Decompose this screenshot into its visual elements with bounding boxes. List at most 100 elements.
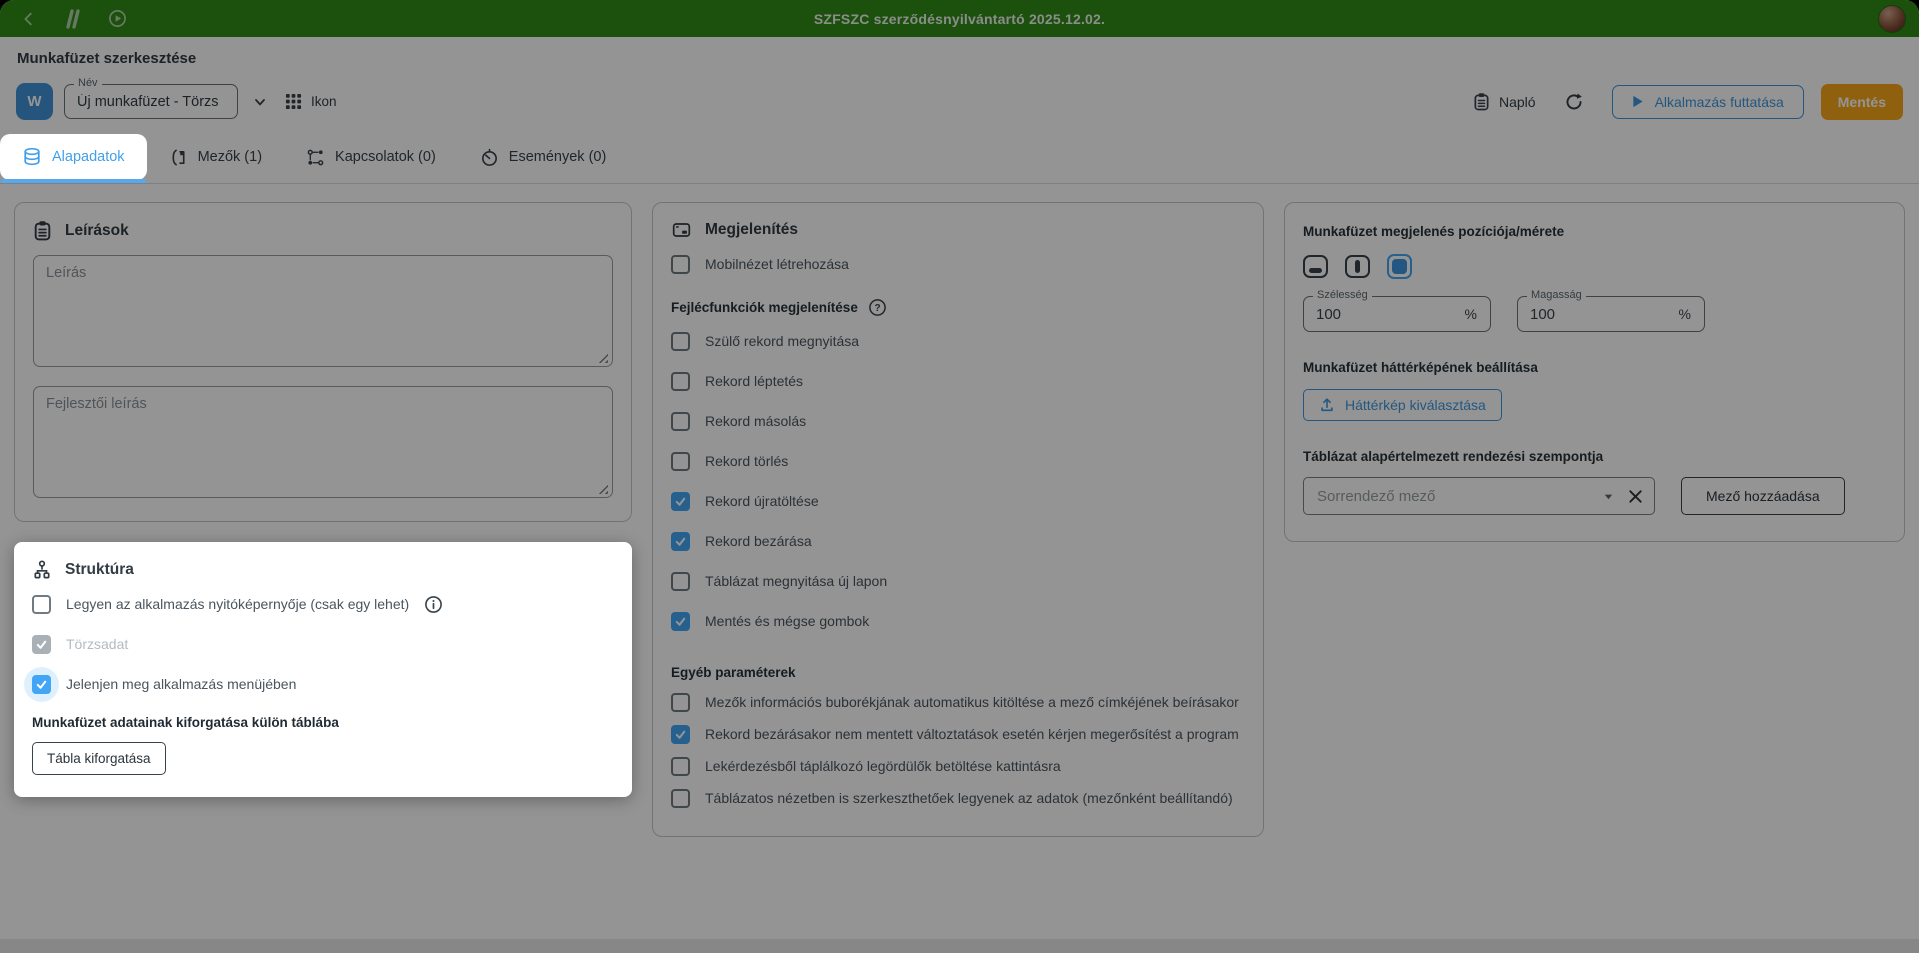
checkbox-row: Szülő rekord megnyitása [671, 332, 1245, 351]
play-circle-icon[interactable] [102, 4, 132, 34]
sort-field-select[interactable]: Sorrendező mező [1303, 477, 1655, 515]
checkbox-row: Táblázat megnyitása új lapon [671, 572, 1245, 591]
position-fullscreen-button[interactable] [1387, 254, 1412, 279]
sort-row: Sorrendező mező Mező hozzáadása [1303, 477, 1886, 515]
structure-title: Struktúra [65, 561, 134, 578]
checkbox[interactable] [671, 492, 690, 511]
checkbox[interactable] [671, 789, 690, 808]
descriptions-title: Leírások [65, 221, 129, 239]
database-icon [22, 147, 42, 167]
svg-text:?: ? [874, 303, 880, 314]
checkbox [32, 635, 51, 654]
tab-kapcsolatok[interactable]: Kapcsolatok (0) [284, 134, 458, 180]
description-textarea[interactable] [33, 255, 613, 367]
position-side-button[interactable] [1345, 255, 1370, 278]
log-button[interactable]: Napló [1473, 92, 1536, 111]
checkbox[interactable] [671, 757, 690, 776]
save-button[interactable]: Mentés [1820, 83, 1903, 120]
checkbox[interactable] [671, 255, 690, 274]
checkbox-label: Rekord törlés [705, 453, 789, 470]
checkbox[interactable] [671, 332, 690, 351]
checkbox-label: Szülő rekord megnyitása [705, 333, 860, 350]
clipboard-icon [33, 220, 52, 241]
position-toggle-group [1303, 254, 1886, 279]
checkbox-label: Mobilnézet létrehozása [705, 256, 849, 273]
checkbox-row: Lekérdezésből táplálkozó legördülők betö… [671, 757, 1245, 776]
other-params-heading: Egyéb paraméterek [671, 665, 796, 680]
info-icon[interactable] [424, 595, 443, 614]
developer-description-textarea[interactable] [33, 386, 613, 498]
app-logo-icon [58, 4, 88, 34]
tab-label: Alapadatok [52, 149, 125, 165]
position-heading: Munkafüzet megjelenés pozíciója/mérete [1303, 224, 1565, 239]
checkbox-row: Mobilnézet létrehozása [671, 255, 1245, 274]
width-input[interactable] [1304, 305, 1465, 323]
width-unit: % [1464, 306, 1477, 322]
checkbox-label: Lekérdezésből táplálkozó legördülők betö… [705, 758, 1061, 775]
tab-esemenyek[interactable]: Események (0) [458, 134, 629, 180]
refresh-icon[interactable] [1564, 92, 1584, 112]
main-content: Leírások Struktúra [0, 184, 1919, 939]
pivot-heading: Munkafüzet adatainak kiforgatása külön t… [32, 715, 339, 730]
checkbox-row: Törzsadat [32, 635, 614, 654]
name-input[interactable] [65, 93, 237, 110]
checkbox[interactable] [671, 412, 690, 431]
checkbox[interactable] [24, 667, 59, 702]
width-field[interactable]: Szélesség % [1303, 289, 1491, 332]
checkbox-label: Jelenjen meg alkalmazás menüjében [66, 676, 297, 693]
sort-heading: Táblázat alapértelmezett rendezési szemp… [1303, 449, 1604, 464]
name-dropdown-chevron-icon[interactable] [253, 95, 267, 109]
relations-icon [306, 148, 325, 167]
help-icon[interactable]: ? [868, 298, 887, 317]
checkbox-label: Törzsadat [66, 636, 129, 653]
checkbox-row: Rekord újratöltése [671, 492, 1245, 511]
tab-label: Események (0) [508, 149, 607, 165]
checkbox-row: Legyen az alkalmazás nyitóképernyője (cs… [32, 595, 614, 614]
checkbox[interactable] [671, 372, 690, 391]
user-avatar[interactable] [1879, 5, 1905, 32]
checkbox[interactable] [671, 693, 690, 712]
icon-picker[interactable]: Ikon [285, 93, 337, 110]
checkbox-row: Rekord bezárásakor nem mentett változtat… [671, 725, 1245, 744]
height-field[interactable]: Magasság % [1517, 289, 1705, 332]
description-textarea-wrap [33, 255, 613, 372]
checkbox-label: Rekord bezárása [705, 533, 812, 550]
checkbox-label: Mentés és mégse gombok [705, 613, 870, 630]
play-icon [1632, 95, 1644, 108]
tab-mezok[interactable]: Mezők (1) [147, 134, 284, 180]
back-icon[interactable] [14, 4, 44, 34]
run-application-label: Alkalmazás futtatása [1654, 93, 1784, 110]
clipboard-icon [1473, 92, 1490, 111]
checkbox[interactable] [671, 612, 690, 631]
tab-label: Mezők (1) [197, 149, 263, 165]
checkbox[interactable] [671, 725, 690, 744]
display-title: Megjelenítés [705, 221, 799, 238]
grid-icon [285, 93, 302, 110]
chevron-down-icon[interactable] [1602, 490, 1615, 503]
position-bottom-button[interactable] [1303, 255, 1328, 278]
checkbox[interactable] [671, 532, 690, 551]
name-field-label: Név [74, 77, 102, 89]
checkbox[interactable] [32, 595, 51, 614]
checkbox[interactable] [671, 452, 690, 471]
pivot-table-button[interactable]: Tábla kiforgatása [32, 742, 166, 775]
events-icon [480, 148, 499, 167]
run-application-button[interactable]: Alkalmazás futtatása [1611, 84, 1804, 119]
app-window: SZFSZC szerződésnyilvántartó 2025.12.02.… [0, 0, 1919, 953]
checkbox-row: Rekord léptetés [671, 372, 1245, 391]
add-field-button[interactable]: Mező hozzáadása [1681, 477, 1845, 515]
checkbox-row: Mentés és mégse gombok [671, 612, 1245, 631]
checkbox-row: Rekord törlés [671, 452, 1245, 471]
tab-bar: Alapadatok Mezők (1) Kapcsolatok (0) Ese… [0, 134, 1919, 184]
choose-background-button[interactable]: Háttérkép kiválasztása [1303, 389, 1502, 421]
header-functions-heading: Fejlécfunkciók megjelenítése [671, 300, 858, 315]
tab-alapadatok[interactable]: Alapadatok [0, 134, 147, 183]
checkbox-row: Rekord másolás [671, 412, 1245, 431]
clear-icon[interactable] [1627, 488, 1644, 505]
checkbox-row: Jelenjen meg alkalmazás menüjében [24, 667, 614, 702]
height-input[interactable] [1518, 305, 1679, 323]
workbook-initial-badge[interactable]: W [16, 83, 53, 120]
name-field[interactable]: Név [64, 77, 238, 119]
checkbox[interactable] [671, 572, 690, 591]
checkbox-label: Rekord újratöltése [705, 493, 819, 510]
